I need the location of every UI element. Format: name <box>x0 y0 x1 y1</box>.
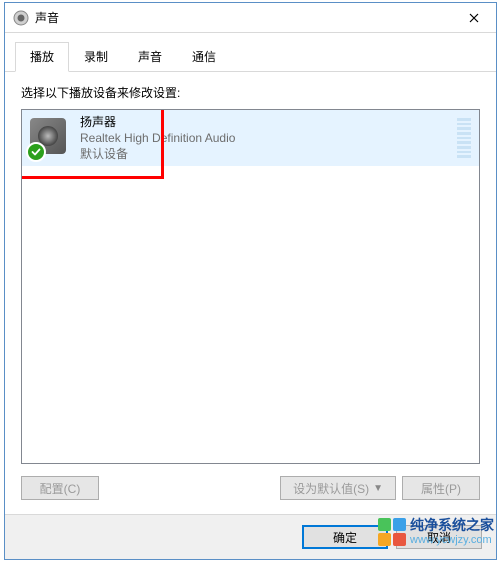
dialog-buttons: 确定 取消 <box>5 514 496 559</box>
chevron-down-icon: ▼ <box>373 483 383 494</box>
titlebar: 声音 <box>5 3 496 33</box>
set-default-button[interactable]: 设为默认值(S) ▼ <box>280 476 396 500</box>
tab-playback[interactable]: 播放 <box>15 42 69 72</box>
set-default-label: 设为默认值(S) <box>293 480 369 497</box>
device-description: Realtek High Definition Audio <box>80 130 453 146</box>
configure-button[interactable]: 配置(C) <box>21 476 99 500</box>
tab-recording[interactable]: 录制 <box>69 42 123 72</box>
properties-button[interactable]: 属性(P) <box>402 476 480 500</box>
cancel-button[interactable]: 取消 <box>396 525 482 549</box>
tab-strip: 播放 录制 声音 通信 <box>5 35 496 72</box>
instruction-text: 选择以下播放设备来修改设置: <box>21 84 480 101</box>
sound-dialog: 声音 播放 录制 声音 通信 选择以下播放设备来修改设置: 扬声器 Realte… <box>4 2 497 560</box>
tab-content: 选择以下播放设备来修改设置: 扬声器 Realtek High Definiti… <box>5 72 496 514</box>
ok-button[interactable]: 确定 <box>302 525 388 549</box>
device-text: 扬声器 Realtek High Definition Audio 默认设备 <box>80 114 453 163</box>
tab-communications[interactable]: 通信 <box>177 42 231 72</box>
device-status: 默认设备 <box>80 146 453 162</box>
level-meter <box>457 118 471 158</box>
device-list[interactable]: 扬声器 Realtek High Definition Audio 默认设备 <box>21 109 480 464</box>
window-title: 声音 <box>35 9 451 26</box>
default-check-icon <box>26 142 46 162</box>
sound-dialog-icon <box>13 10 29 26</box>
list-buttons: 配置(C) 设为默认值(S) ▼ 属性(P) <box>21 464 480 506</box>
device-name: 扬声器 <box>80 114 453 130</box>
close-button[interactable] <box>451 3 496 32</box>
speaker-icon <box>28 116 72 160</box>
tab-sounds[interactable]: 声音 <box>123 42 177 72</box>
device-item-speaker[interactable]: 扬声器 Realtek High Definition Audio 默认设备 <box>22 110 479 166</box>
